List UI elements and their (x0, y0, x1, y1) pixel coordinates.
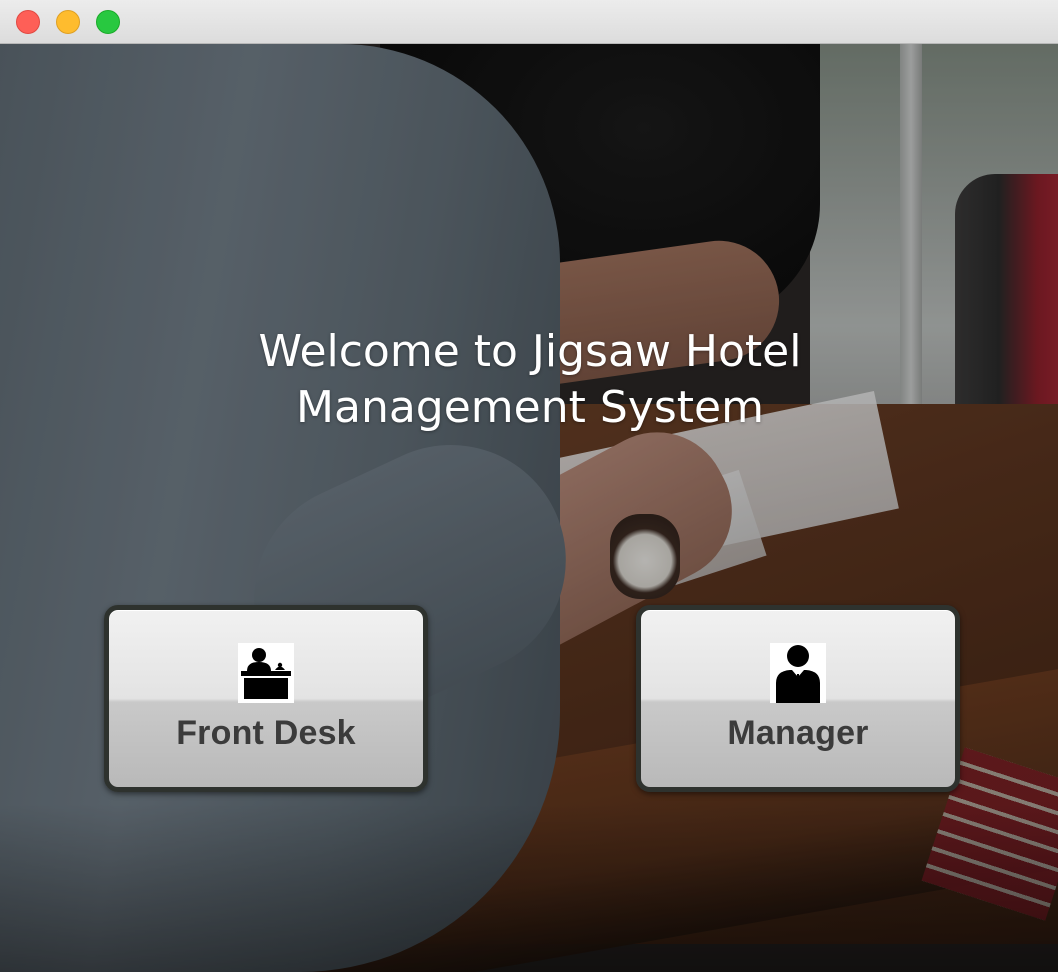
welcome-line-2: Management System (296, 382, 764, 433)
front-desk-icon (238, 643, 294, 703)
maximize-window-button[interactable] (96, 10, 120, 34)
main-content: Welcome to Jigsaw Hotel Management Syste… (0, 44, 1058, 972)
close-window-button[interactable] (16, 10, 40, 34)
welcome-line-1: Welcome to Jigsaw Hotel (258, 326, 802, 377)
front-desk-button[interactable]: Front Desk (104, 605, 428, 792)
front-desk-label: Front Desk (176, 714, 356, 752)
title-bar (0, 0, 1058, 44)
manager-button[interactable]: Manager (636, 605, 960, 792)
manager-label: Manager (727, 714, 869, 752)
welcome-heading: Welcome to Jigsaw Hotel Management Syste… (150, 324, 910, 436)
minimize-window-button[interactable] (56, 10, 80, 34)
manager-icon (770, 643, 826, 703)
app-window: Welcome to Jigsaw Hotel Management Syste… (0, 0, 1058, 972)
